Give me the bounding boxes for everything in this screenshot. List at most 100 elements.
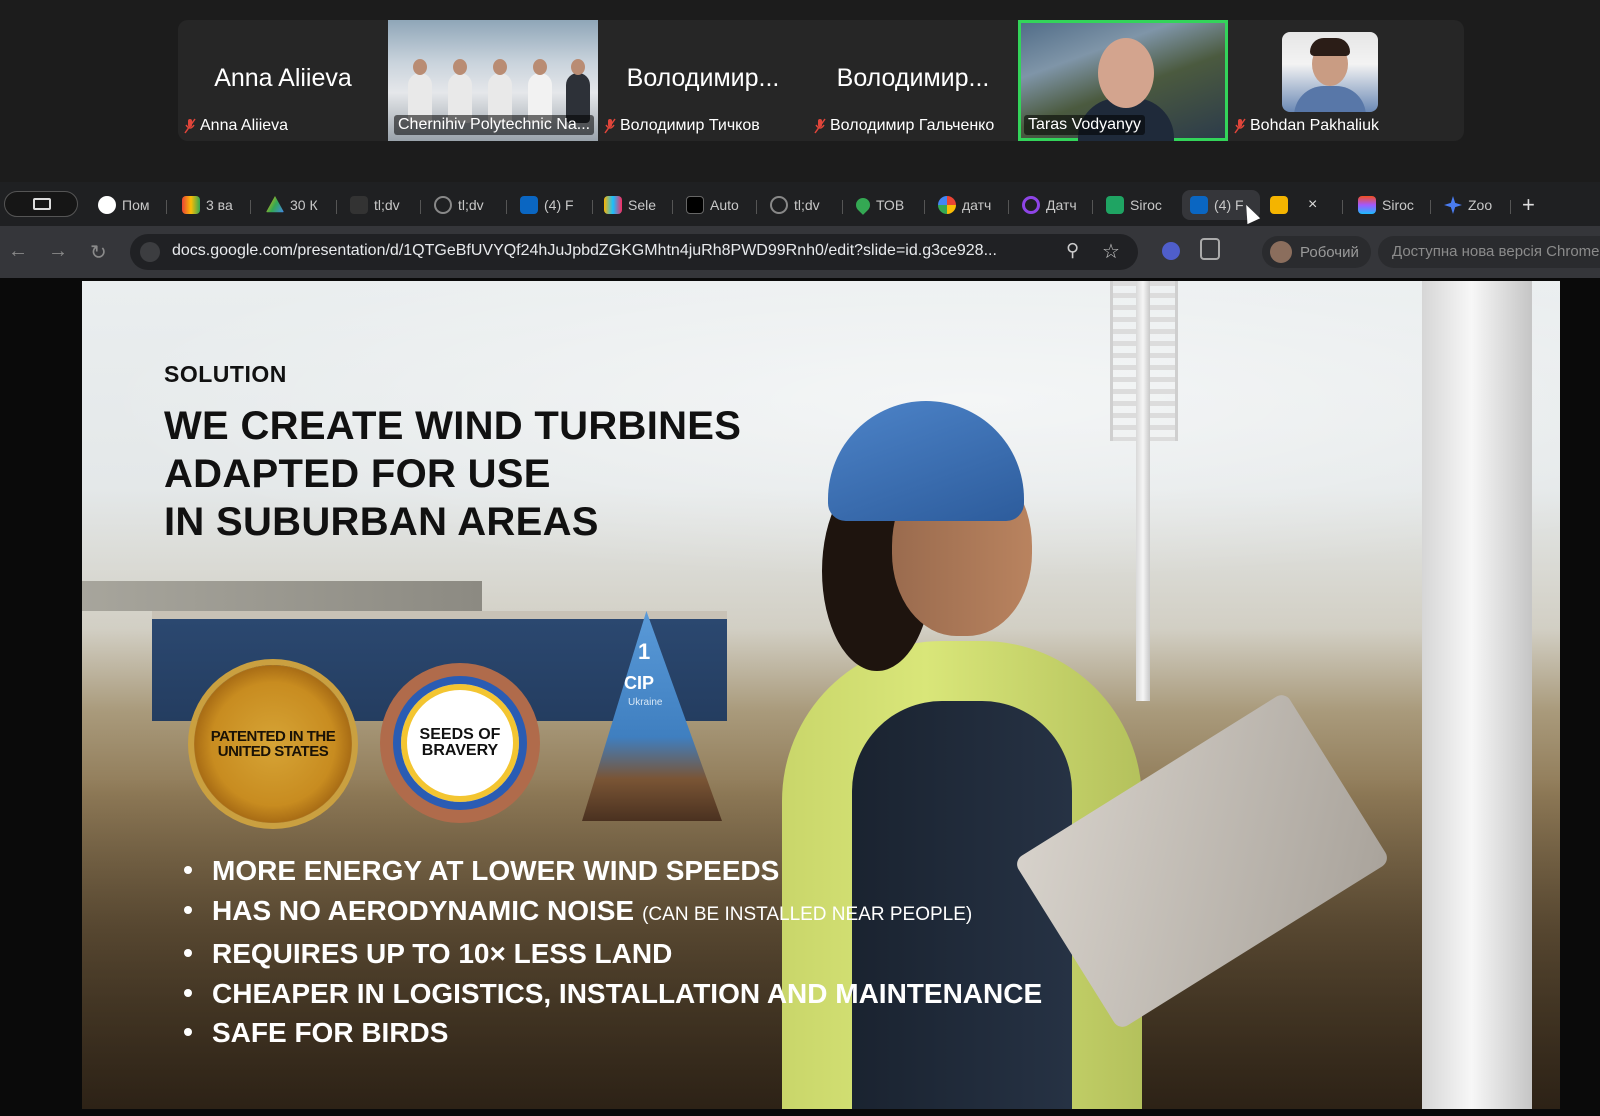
- headline-line: ADAPTED FOR USE: [164, 452, 551, 496]
- reload-button[interactable]: ↻: [90, 240, 107, 265]
- tab[interactable]: ×: [1270, 190, 1332, 220]
- forward-button[interactable]: →: [48, 240, 68, 263]
- participant-tile[interactable]: Chernihiv Polytechnic Na...: [388, 20, 598, 141]
- tab-label: (4) F: [1214, 197, 1244, 213]
- participant-label: Chernihiv Polytechnic Na...: [394, 115, 594, 135]
- tldv-icon: [350, 196, 368, 214]
- tab[interactable]: Sele: [604, 190, 668, 220]
- participant-strip: Anna Aliieva Anna Aliieva Chernihiv Poly…: [178, 20, 1464, 141]
- tab[interactable]: датч: [938, 190, 1002, 220]
- mic-off-icon: [814, 118, 826, 134]
- tab-label: Пом: [122, 197, 150, 213]
- tab[interactable]: tl;dv: [434, 190, 500, 220]
- screen-icon: [33, 198, 51, 210]
- participant-label: Bohdan Pakhaliuk: [1234, 117, 1379, 135]
- list-item: CHEAPER IN LOGISTICS, INSTALLATION AND M…: [184, 974, 1042, 1014]
- slide-kicker: SOLUTION: [164, 361, 287, 387]
- participant-tile[interactable]: Володимир... Володимир Гальченко: [808, 20, 1018, 141]
- mic-off-icon: [1234, 118, 1246, 134]
- avatar: [1270, 241, 1292, 263]
- participant-label-text: Anna Aliieva: [200, 117, 289, 134]
- extension-icon[interactable]: [1162, 242, 1180, 260]
- slide-text: SOLUTION WE CREATE WIND TURBINES ADAPTED…: [164, 361, 741, 546]
- bullet-note: (CAN BE INSTALLED NEAR PEOPLE): [642, 903, 973, 925]
- tab[interactable]: 30 К: [266, 190, 328, 220]
- device-toggle-button[interactable]: [4, 191, 78, 217]
- update-chrome-button[interactable]: Доступна нова версія Chrome: [1378, 236, 1600, 268]
- participant-label: Володимир Тичков: [604, 117, 760, 135]
- participant-label-text: Taras Vodyanyy: [1028, 116, 1141, 133]
- slide-headline: WE CREATE WIND TURBINES ADAPTED FOR USE …: [164, 402, 741, 546]
- participant-name-large: Володимир...: [626, 64, 780, 92]
- list-item: REQUIRES UP TO 10× LESS LAND: [184, 934, 1042, 974]
- site-settings-icon[interactable]: [140, 242, 160, 262]
- tab-label: Zoo: [1468, 197, 1493, 213]
- tab[interactable]: Zoo: [1444, 190, 1506, 220]
- background-buildings: [82, 581, 482, 611]
- purple-app-icon: [1022, 196, 1040, 214]
- bullet-text: CHEAPER IN LOGISTICS, INSTALLATION AND M…: [212, 977, 1043, 1009]
- bullet-text: MORE ENERGY AT LOWER WIND SPEEDS: [212, 855, 780, 886]
- tab-label: ТОВ: [876, 197, 905, 213]
- close-tab-icon[interactable]: ×: [1308, 196, 1317, 214]
- participant-label: Taras Vodyanyy: [1024, 115, 1145, 135]
- tab-label: Sele: [628, 197, 657, 213]
- presentation-viewport: SOLUTION WE CREATE WIND TURBINES ADAPTED…: [0, 278, 1600, 1116]
- bullet-text: SAFE FOR BIRDS: [212, 1017, 449, 1048]
- seeds-of-bravery-badge: SEEDS OF BRAVERY: [380, 663, 540, 823]
- wind-turbine-mast: [1136, 281, 1150, 701]
- bookmark-star-icon[interactable]: ☆: [1102, 239, 1120, 264]
- linkedin-icon: [1190, 196, 1208, 214]
- extensions-puzzle-icon[interactable]: [1200, 238, 1220, 260]
- tab-label: Siroc: [1130, 197, 1162, 213]
- tab[interactable]: ТОВ: [856, 190, 916, 220]
- address-bar[interactable]: docs.google.com/presentation/d/1QTGeBfUV…: [130, 234, 1138, 270]
- participant-label-text: Володимир Гальченко: [830, 117, 995, 134]
- tab[interactable]: Siroc: [1358, 190, 1424, 220]
- participant-label-text: Володимир Тичков: [620, 117, 760, 134]
- participant-label-text: Chernihiv Polytechnic Na...: [398, 116, 591, 133]
- benefits-list: MORE ENERGY AT LOWER WIND SPEEDS HAS NO …: [184, 851, 1042, 1053]
- tab-label: tl;dv: [458, 197, 484, 213]
- bullet-text: REQUIRES UP TO 10× LESS LAND: [212, 938, 673, 969]
- patent-seal: PATENTED IN THE UNITED STATES: [194, 665, 352, 823]
- tab[interactable]: Auto: [686, 190, 750, 220]
- back-button[interactable]: ←: [8, 240, 28, 263]
- tab[interactable]: Пом: [98, 190, 158, 220]
- participant-tile[interactable]: Anna Aliieva Anna Aliieva: [178, 20, 388, 141]
- browser-tab-bar: Пом 3 ва 30 К tl;dv tl;dv (4) F Sele Aut…: [0, 182, 1600, 226]
- participant-tile[interactable]: Володимир... Володимир Тичков: [598, 20, 808, 141]
- participant-label-text: Bohdan Pakhaliuk: [1250, 117, 1379, 134]
- tab[interactable]: Siroc: [1106, 190, 1170, 220]
- tab[interactable]: 3 ва: [182, 190, 242, 220]
- participant-label: Володимир Гальченко: [814, 117, 994, 135]
- large-turbine-tower: [1422, 281, 1532, 1109]
- tab-label: tl;dv: [794, 197, 820, 213]
- cip-number: 1: [638, 639, 651, 664]
- chatgpt-icon: [98, 196, 116, 214]
- tab-label: (4) F: [544, 197, 574, 213]
- maps-pin-icon: [856, 195, 873, 215]
- mic-off-icon: [604, 118, 616, 134]
- tab[interactable]: Датч: [1022, 190, 1086, 220]
- airtable-icon: [604, 196, 622, 214]
- participant-tile-active-speaker[interactable]: Taras Vodyanyy: [1018, 20, 1228, 141]
- linkedin-icon: [520, 196, 538, 214]
- tldv-icon: [434, 196, 452, 214]
- tab-label: 30 К: [290, 197, 318, 213]
- url-text[interactable]: docs.google.com/presentation/d/1QTGeBfUV…: [172, 242, 1052, 260]
- new-tab-button[interactable]: +: [1522, 192, 1535, 218]
- participant-tile[interactable]: Bohdan Pakhaliuk: [1228, 20, 1438, 141]
- cip-sub: Ukraine: [628, 697, 663, 708]
- mic-off-icon: [184, 118, 196, 134]
- figma-icon: [1358, 196, 1376, 214]
- tab-label: tl;dv: [374, 197, 400, 213]
- profile-button[interactable]: Робочий: [1262, 236, 1371, 268]
- tab-label: датч: [962, 197, 992, 213]
- tab[interactable]: tl;dv: [770, 190, 834, 220]
- zoom-icon[interactable]: ⚲: [1066, 240, 1079, 261]
- google-icon: [938, 196, 956, 214]
- tab[interactable]: tl;dv: [350, 190, 414, 220]
- list-item: SAFE FOR BIRDS: [184, 1013, 1042, 1053]
- tab[interactable]: (4) F: [520, 190, 588, 220]
